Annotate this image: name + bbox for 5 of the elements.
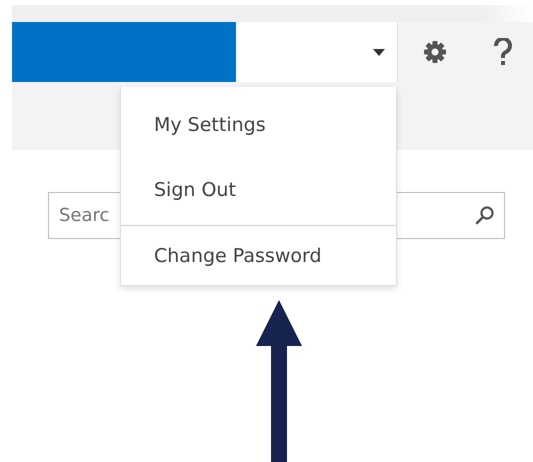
caret-icon (373, 48, 385, 56)
menu-item[interactable]: Change Password (121, 236, 396, 277)
help-icon[interactable] (493, 38, 513, 66)
search-icon[interactable] (475, 205, 495, 225)
menu-item[interactable]: Sign Out (121, 170, 396, 211)
